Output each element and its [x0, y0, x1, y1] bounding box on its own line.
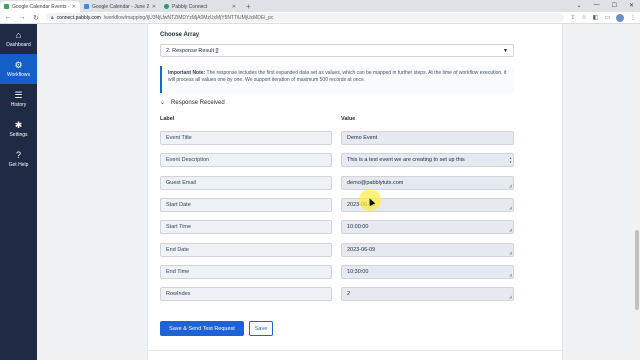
maximize-icon[interactable]: ☐ [612, 2, 617, 9]
new-tab-button[interactable]: + [240, 1, 257, 12]
value-field[interactable]: 2023-06-09 ◢ [341, 243, 514, 257]
tab-title: Pabbly Connect [172, 3, 208, 10]
sidebar-item-label: History [10, 101, 27, 108]
note-title: Important Note: [168, 70, 206, 76]
sidebar-item-settings[interactable]: ✱ Settings [0, 114, 37, 144]
forward-icon[interactable]: → [18, 14, 26, 21]
mapping-card: Choose Array 2. Response Result [] ▼ Imp… [147, 24, 564, 360]
home-icon: ⌂ [15, 29, 22, 40]
save-and-send-test-request-button[interactable]: Save & Send Test Request [160, 321, 244, 336]
browser-tab-2[interactable]: Google Calendar - June 2023 ✕ [80, 1, 160, 12]
sidebar-item-get-help[interactable]: ? Get Help [0, 144, 37, 174]
note-text: The response includes the first expanded… [168, 70, 507, 83]
save-button[interactable]: Save [249, 321, 273, 336]
sidebar-item-dashboard[interactable]: ⌂ Dashboard [0, 24, 37, 54]
value-text: 10:00:00 [347, 224, 369, 230]
star-icon[interactable]: ☆ [581, 14, 586, 21]
label-field: End Date [160, 243, 332, 257]
value-text: 2023-06-09 [347, 247, 376, 253]
kebab-menu-icon[interactable]: ⋮ [630, 14, 636, 21]
label-field: Event Description [160, 153, 332, 167]
url-field[interactable]: 🔒︎ connect.pabbly.com/workflow/mapping/I… [46, 13, 565, 22]
choose-array-select[interactable]: 2. Response Result [] ▼ [160, 44, 514, 57]
divider [148, 350, 564, 351]
important-note: Important Note: The response includes th… [160, 66, 514, 93]
resize-grip-icon[interactable]: ◢ [509, 206, 512, 210]
label-field: End Time [160, 265, 332, 279]
label-field: Start Time [160, 220, 332, 234]
choose-array-label: Choose Array [160, 32, 200, 38]
history-icon: ☰ [14, 89, 23, 100]
tab-title: Google Calendar Events - Googl [12, 3, 69, 10]
label-field: Guest Email [160, 176, 332, 190]
value-text: 10:30:00 [347, 269, 369, 275]
label-field: Start Date [160, 198, 332, 212]
chevron-down-icon[interactable]: ⌄ [577, 2, 582, 9]
back-icon[interactable]: ← [4, 14, 12, 21]
sidebar-item-label: Settings [9, 131, 28, 138]
help-icon: ? [15, 149, 21, 160]
resize-grip-icon[interactable]: ◢ [509, 273, 512, 277]
window-controls: ⌄ — ☐ ✕ [571, 0, 640, 11]
label-column-header: Label [160, 116, 175, 122]
sidebar-item-label: Dashboard [6, 41, 31, 48]
value-text: demo@pabblytuts.com [347, 180, 404, 186]
close-tab-icon[interactable]: ✕ [232, 4, 236, 10]
value-field[interactable]: Demo Event [341, 131, 514, 145]
calendar-favicon-icon [84, 4, 89, 9]
value-text: Demo Event [347, 135, 378, 141]
close-window-icon[interactable]: ✕ [629, 2, 634, 9]
sidebar-item-label: Workflows [7, 71, 30, 78]
avatar[interactable] [616, 13, 624, 22]
value-field[interactable]: 10:30:00 ◢ [341, 265, 514, 279]
workflow-icon: ⚙ [14, 59, 23, 70]
close-tab-icon[interactable]: ✕ [152, 4, 156, 10]
reload-icon[interactable]: ↻ [32, 14, 40, 22]
extension-icons: ⇪ ☆ ◧ ▭ ⋮ [570, 13, 636, 22]
spinner-icon[interactable]: ▲ ▼ [509, 156, 512, 164]
gear-icon: ✱ [14, 119, 23, 130]
sidebar-item-history[interactable]: ☰ History [0, 84, 37, 114]
pabbly-favicon-icon [164, 4, 169, 9]
choose-array-value: 2. Response Result [] [166, 47, 219, 54]
value-field[interactable]: 2 ◢ [341, 287, 514, 301]
value-column-header: Value [341, 116, 356, 122]
url-host: connect.pabbly.com [56, 14, 101, 21]
lock-icon: 🔒︎ [51, 14, 54, 21]
main-content: Choose Array 2. Response Result [] ▼ Imp… [37, 24, 640, 360]
address-bar-row: ← → ↻ 🔒︎ connect.pabbly.com/workflow/map… [0, 12, 640, 24]
scrollbar[interactable] [634, 24, 640, 360]
browser-tab-3[interactable]: Pabbly Connect ✕ [160, 1, 240, 12]
response-received-label: Response Received [171, 99, 225, 106]
value-field[interactable]: demo@pabblytuts.com ◢ [341, 176, 514, 190]
value-text: This is a test event we are creating to … [347, 157, 465, 163]
resize-grip-icon[interactable]: ◢ [509, 228, 512, 232]
sidepanel-icon[interactable]: ▭ [604, 14, 610, 21]
label-field: RowIndex [160, 287, 332, 301]
value-field[interactable]: 10:00:00 ◢ [341, 220, 514, 234]
close-tab-icon[interactable]: ✕ [72, 4, 76, 10]
label-field: Event Title [160, 131, 332, 145]
resize-grip-icon[interactable]: ◢ [509, 251, 512, 255]
response-received-toggle[interactable]: ⌄ Response Received [160, 99, 225, 107]
browser-tab-1[interactable]: Google Calendar Events - Googl ✕ [0, 1, 80, 12]
value-text: 2 [347, 291, 351, 297]
caret-down-icon: ▼ [503, 47, 508, 54]
browser-tab-bar: Google Calendar Events - Googl ✕ Google … [0, 0, 640, 12]
sidebar-item-workflows[interactable]: ⚙ Workflows [0, 54, 37, 84]
share-icon[interactable]: ⇪ [570, 14, 575, 21]
extensions-icon[interactable]: ◧ [593, 14, 599, 21]
sidebar: ⌂ Dashboard ⚙ Workflows ☰ History ✱ Sett… [0, 24, 37, 360]
url-path: /workflow/mapping/IjU3NjUwNTZiMDYzMjA0Mz… [103, 14, 274, 21]
resize-grip-icon[interactable]: ◢ [509, 184, 512, 188]
chevron-down-icon: ⌄ [160, 100, 166, 106]
scrollbar-thumb[interactable] [635, 230, 639, 310]
sidebar-item-label: Get Help [8, 161, 29, 168]
tab-title: Google Calendar - June 2023 [92, 3, 149, 10]
calendar-favicon-icon [4, 4, 9, 9]
resize-grip-icon[interactable]: ◢ [509, 295, 512, 299]
value-field[interactable]: This is a test event we are creating to … [341, 153, 514, 167]
minimize-icon[interactable]: — [594, 2, 600, 9]
